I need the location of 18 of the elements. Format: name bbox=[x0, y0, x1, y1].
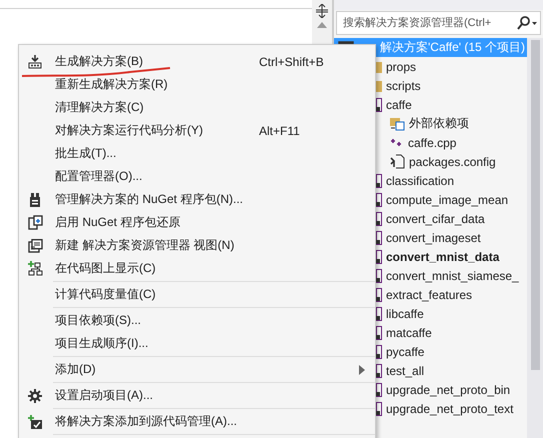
scroll-up-icon[interactable] bbox=[317, 22, 327, 28]
split-icon[interactable] bbox=[316, 4, 328, 18]
scrollbar[interactable] bbox=[527, 38, 543, 438]
submenu-arrow-icon bbox=[359, 364, 365, 374]
gear-icon bbox=[28, 388, 42, 402]
build-icon bbox=[28, 54, 42, 68]
config-file-icon bbox=[390, 154, 405, 169]
folder-icon bbox=[376, 60, 382, 72]
window-icon bbox=[28, 238, 42, 252]
restore-icon bbox=[28, 215, 42, 230]
references-icon bbox=[390, 116, 405, 130]
folder-icon bbox=[376, 80, 382, 92]
add-source-icon bbox=[28, 414, 42, 428]
package-icon bbox=[29, 192, 41, 206]
diagram-icon bbox=[28, 261, 42, 276]
cpp-file-icon bbox=[390, 138, 404, 148]
scrollbar-thumb[interactable] bbox=[530, 40, 540, 370]
search-icon bbox=[517, 16, 537, 30]
